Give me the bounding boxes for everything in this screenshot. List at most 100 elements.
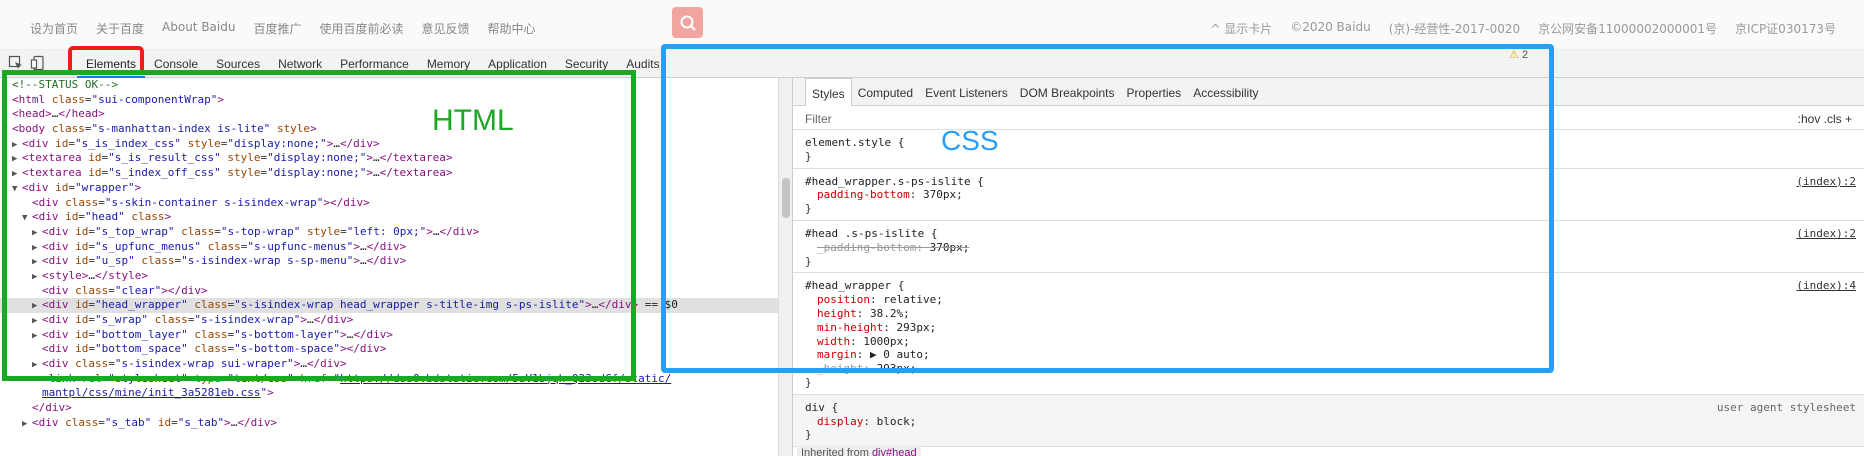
tab-security[interactable]: Security <box>556 50 617 78</box>
dom-node-line[interactable]: ▶ <div id="head_wrapper" class="s-isindex… <box>0 298 780 313</box>
elements-scrollbar[interactable] <box>778 78 792 456</box>
expand-arrow-icon[interactable]: ▼ <box>12 182 22 197</box>
dom-node-line[interactable]: ▶ <div class="s_tab" id="s_tab">…</div> <box>0 416 780 431</box>
dom-node-line[interactable]: <html class="sui-componentWrap"> <box>0 93 780 108</box>
rule-selector[interactable]: #head .s-ps-islite { <box>805 227 1852 241</box>
property-value[interactable]: ▶ 0 auto; <box>870 348 930 361</box>
rule-selector[interactable]: #head_wrapper.s-ps-islite { <box>805 175 1852 189</box>
dom-node-line[interactable]: ▶ <style>…</style> <box>0 269 780 284</box>
filter-input[interactable]: Filter <box>805 112 832 126</box>
rule-selector[interactable]: #head_wrapper { <box>805 279 1852 293</box>
footer-link[interactable]: 百度推广 <box>253 20 301 37</box>
property-value[interactable]: block; <box>877 415 917 428</box>
footer-link[interactable]: 使用百度前必读 <box>319 20 403 37</box>
tab-memory[interactable]: Memory <box>418 50 479 78</box>
subtab-dom-breakpoints[interactable]: DOM Breakpoints <box>1014 78 1121 106</box>
elements-dom-tree[interactable]: <!--STATUS OK--> <html class="sui-compone… <box>0 78 780 456</box>
footer-info-item[interactable]: 京公网安备11000002000001号 <box>1538 20 1717 37</box>
dom-node-line[interactable]: ▼ <body class="s-manhattan-index is-lite"… <box>0 122 780 137</box>
dom-node-line[interactable]: <div class="clear"></div> <box>0 284 780 299</box>
inherited-element-link[interactable]: div#head <box>872 447 917 456</box>
dom-node-line[interactable]: ▼ <div id="head" class> <box>0 210 780 225</box>
dom-node-line[interactable]: ▶ <head>…</head> <box>0 107 780 122</box>
footer-link[interactable]: 设为首页 <box>30 20 78 37</box>
dom-node-line[interactable]: ▶ <textarea id="s_index_off_css" style="d… <box>0 166 780 181</box>
css-declaration[interactable]: _height: 293px; <box>805 362 1852 376</box>
baidu-camera-icon[interactable] <box>672 7 703 38</box>
footer-link[interactable]: 意见反馈 <box>422 20 470 37</box>
dom-node-line[interactable]: ▶ <div class="s-isindex-wrap sui-wraper">… <box>0 357 780 372</box>
subtab-event-listeners[interactable]: Event Listeners <box>919 78 1014 106</box>
expand-arrow-icon[interactable]: ▶ <box>32 241 42 256</box>
property-name[interactable]: _padding-bottom <box>817 241 916 254</box>
tab-performance[interactable]: Performance <box>331 50 418 78</box>
property-value[interactable]: 370px; <box>930 241 970 254</box>
expand-arrow-icon[interactable]: ▶ <box>32 314 42 329</box>
warnings-indicator[interactable]: ⚠ 2 <box>1509 48 1528 61</box>
expand-arrow-icon[interactable]: ▶ <box>32 299 42 314</box>
hov-cls-buttons[interactable]: :hov .cls + <box>1798 112 1852 126</box>
rule-source-link[interactable]: (index):4 <box>1796 279 1856 293</box>
tab-network[interactable]: Network <box>269 50 331 78</box>
dom-node-line[interactable]: ▶ <div id="s_upfunc_menus" class="s-upfun… <box>0 240 780 255</box>
property-value[interactable]: 370px; <box>923 188 963 201</box>
css-declaration[interactable]: margin: ▶ 0 auto; <box>805 348 1852 362</box>
dom-node-line[interactable]: ▶ <div id="s_top_wrap" class="s-top-wrap"… <box>0 225 780 240</box>
scrollbar-thumb[interactable] <box>782 178 790 218</box>
dom-node-line[interactable]: </div> <box>0 401 780 416</box>
property-name[interactable]: width <box>817 335 850 348</box>
rule-source-link[interactable]: (index):2 <box>1796 175 1856 189</box>
property-name[interactable]: margin <box>817 348 857 361</box>
expand-arrow-icon[interactable]: ▶ <box>12 167 22 182</box>
css-declaration[interactable]: height: 38.2%; <box>805 307 1852 321</box>
property-value[interactable]: relative; <box>883 293 943 306</box>
property-name[interactable]: padding-bottom <box>817 188 910 201</box>
dom-node-line[interactable]: ▶ <div id="s_wrap" class="s-isindex-wrap"… <box>0 313 780 328</box>
property-name[interactable]: height <box>817 307 857 320</box>
dom-node-line[interactable]: ▶ <textarea id="s_is_result_css" style="d… <box>0 151 780 166</box>
property-value[interactable]: 1000px; <box>863 335 909 348</box>
tab-sources[interactable]: Sources <box>207 50 269 78</box>
css-declaration[interactable]: display: block; <box>805 415 1852 429</box>
expand-arrow-icon[interactable]: ▶ <box>22 417 32 432</box>
dom-node-line[interactable]: ▶ <div id="bottom_layer" class="s-bottom-… <box>0 328 780 343</box>
dom-node-line[interactable]: ▶ <div id="s_is_index_css" style="display… <box>0 137 780 152</box>
property-name[interactable]: display <box>817 415 863 428</box>
device-toolbar-icon[interactable] <box>30 55 46 71</box>
css-declaration[interactable]: width: 1000px; <box>805 335 1852 349</box>
dom-node-line[interactable]: ▼ <div id="wrapper"> <box>0 181 780 196</box>
subtab-properties[interactable]: Properties <box>1120 78 1187 106</box>
property-name[interactable]: min-height <box>817 321 883 334</box>
tab-console[interactable]: Console <box>145 50 207 78</box>
dom-node-line[interactable]: ▶ <div id="u_sp" class="s-isindex-wrap s-… <box>0 254 780 269</box>
expand-arrow-icon[interactable]: ▼ <box>22 211 32 226</box>
css-declaration[interactable]: padding-bottom: 370px; <box>805 188 1852 202</box>
footer-link[interactable]: 帮助中心 <box>488 20 536 37</box>
expand-arrow-icon[interactable]: ▶ <box>12 152 22 167</box>
property-value[interactable]: 38.2%; <box>870 307 910 320</box>
expand-arrow-icon[interactable]: ▶ <box>2 108 12 123</box>
subtab-accessibility[interactable]: Accessibility <box>1187 78 1264 106</box>
css-declaration[interactable]: _padding-bottom: 370px; <box>805 241 1852 255</box>
css-declaration[interactable]: position: relative; <box>805 293 1852 307</box>
expand-arrow-icon[interactable]: ▶ <box>32 270 42 285</box>
footer-info-item[interactable]: ^ 显示卡片 <box>1210 20 1272 37</box>
dom-node-line[interactable]: mantpl/css/mine/init_3a5281eb.css"> <box>0 386 780 401</box>
property-name[interactable]: position <box>817 293 870 306</box>
subtab-computed[interactable]: Computed <box>852 78 919 106</box>
footer-info-item[interactable]: 京ICP证030173号 <box>1735 20 1836 37</box>
property-name[interactable]: _height <box>817 362 863 375</box>
footer-link[interactable]: About Baidu <box>162 20 235 37</box>
footer-info-item[interactable]: (京)-经营性-2017-0020 <box>1389 20 1520 37</box>
expand-arrow-icon[interactable]: ▶ <box>32 255 42 270</box>
expand-arrow-icon[interactable]: ▶ <box>32 329 42 344</box>
inspect-element-icon[interactable] <box>8 55 24 71</box>
expand-arrow-icon[interactable]: ▶ <box>32 358 42 373</box>
rule-selector[interactable]: div { <box>805 401 1852 415</box>
css-declaration[interactable]: min-height: 293px; <box>805 321 1852 335</box>
footer-link[interactable]: 关于百度 <box>96 20 144 37</box>
property-value[interactable]: 293px; <box>877 362 917 375</box>
expand-arrow-icon[interactable]: ▶ <box>32 226 42 241</box>
property-value[interactable]: 293px; <box>896 321 936 334</box>
expand-arrow-icon[interactable]: ▼ <box>2 123 12 138</box>
